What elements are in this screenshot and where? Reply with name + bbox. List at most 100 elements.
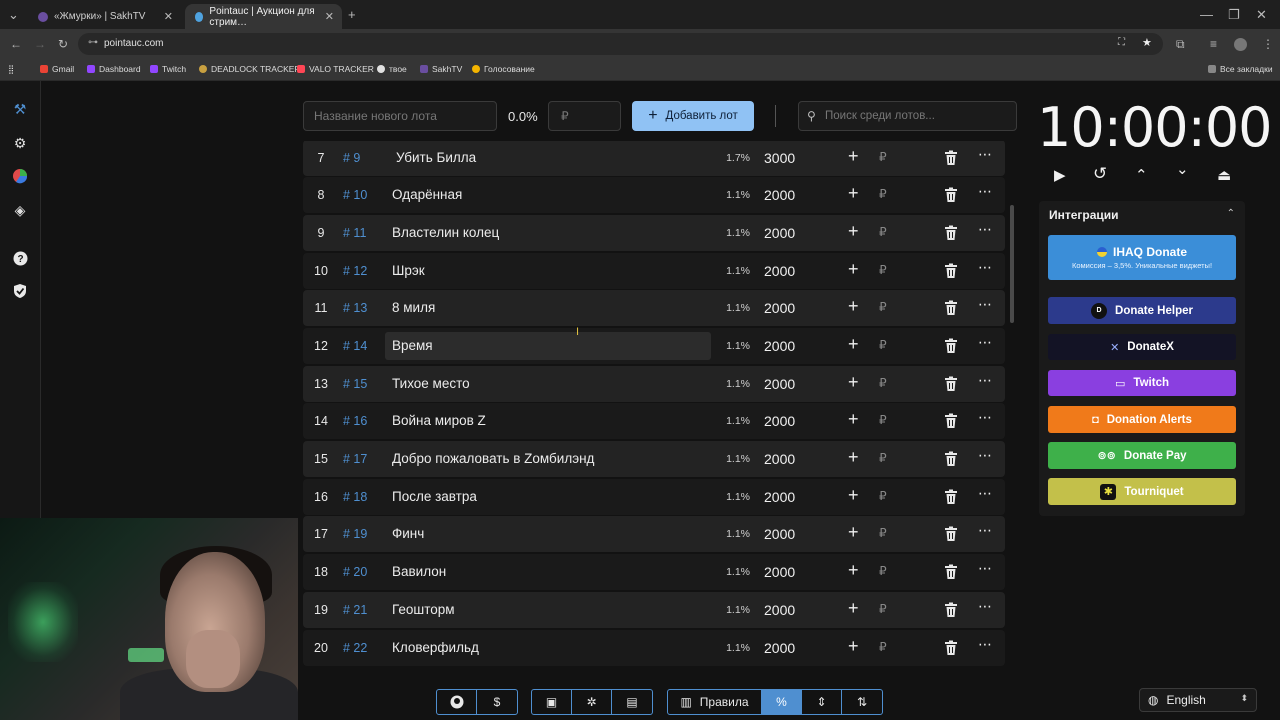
lot-list-scrollbar[interactable] [1010, 205, 1014, 323]
lot-name[interactable]: Убить Билла [389, 144, 715, 172]
site-info-icon[interactable]: ⊶ [88, 37, 98, 48]
add-amount-icon[interactable]: + [848, 598, 859, 619]
lot-name[interactable]: 8 миля [385, 294, 711, 322]
lot-name[interactable]: Тихое место [385, 370, 711, 398]
lot-id[interactable]: # 11 [343, 226, 366, 240]
add-amount-icon[interactable]: + [848, 296, 859, 317]
bookmark-dashboard[interactable]: Dashboard [87, 64, 141, 74]
donation-alerts-button[interactable]: ◘ Donation Alerts [1048, 406, 1236, 433]
add-amount-icon[interactable]: + [848, 522, 859, 543]
more-options-icon[interactable]: ⋯ [978, 259, 993, 276]
more-options-icon[interactable]: ⋯ [978, 485, 993, 502]
lot-name[interactable]: Кловерфильд [385, 634, 711, 662]
chevron-down-icon[interactable]: ⌄ [1176, 160, 1189, 178]
trash-icon[interactable] [944, 640, 958, 656]
more-options-icon[interactable]: ⋯ [978, 296, 993, 313]
percent-toggle[interactable]: % [762, 690, 802, 714]
lot-id[interactable]: # 12 [343, 264, 367, 278]
lot-search[interactable]: ⚲ [798, 101, 1017, 131]
trash-icon[interactable] [944, 376, 958, 392]
more-options-icon[interactable]: ⋯ [978, 372, 993, 389]
eject-icon[interactable]: ⏏ [1217, 166, 1231, 184]
more-options-icon[interactable]: ⋯ [978, 409, 993, 426]
lot-name[interactable]: Властелин колец [385, 219, 711, 247]
menu-icon[interactable]: ⋮ [1262, 37, 1274, 51]
translate-icon[interactable]: ⛶ [1118, 37, 1125, 48]
profile-avatar[interactable] [1234, 38, 1247, 51]
lot-id[interactable]: # 18 [343, 490, 367, 504]
lot-id[interactable]: # 10 [343, 188, 367, 202]
tab-search-icon[interactable]: ⌄ [8, 7, 19, 23]
browser-tab-sakhtv[interactable]: «Жмурки» | SakhTV ✕ [28, 4, 181, 29]
media-icon[interactable]: ≡ [1210, 37, 1217, 51]
more-options-icon[interactable]: ⋯ [978, 598, 993, 615]
extensions-icon[interactable]: ⧉ [1176, 37, 1185, 52]
ihaq-donate-button[interactable]: IHAQ Donate Комиссия – 3,5%. Уникальные … [1048, 235, 1236, 280]
more-options-icon[interactable]: ⋯ [978, 636, 993, 653]
more-options-icon[interactable]: ⋯ [978, 522, 993, 539]
close-window-icon[interactable]: ✕ [1256, 7, 1267, 23]
add-amount-icon[interactable]: + [848, 447, 859, 468]
wheel-icon[interactable] [11, 167, 29, 185]
new-lot-amount-input[interactable] [548, 101, 621, 131]
chevron-up-icon[interactable]: ⌃ [1135, 166, 1148, 184]
minimize-icon[interactable]: — [1200, 7, 1213, 22]
lot-name[interactable]: Геошторм [385, 596, 711, 624]
lot-name[interactable]: Время [385, 332, 711, 360]
save-icon[interactable]: ▣ [532, 690, 572, 714]
language-select[interactable]: ◍ English ⬍ [1139, 688, 1257, 712]
lot-id[interactable]: # 16 [343, 414, 367, 428]
bookmark-tvoe[interactable]: твое [377, 64, 407, 74]
github-icon[interactable] [437, 690, 477, 714]
bookmark-twitch[interactable]: Twitch [150, 64, 186, 74]
reset-icon[interactable]: ↺ [1093, 164, 1107, 184]
tourniquet-button[interactable]: ✱ Tourniquet [1048, 478, 1236, 505]
add-amount-icon[interactable]: + [848, 259, 859, 280]
lot-name[interactable]: После завтра [385, 483, 711, 511]
shield-check-icon[interactable] [11, 282, 29, 300]
lot-id[interactable]: # 21 [343, 603, 367, 617]
trash-icon[interactable] [944, 564, 958, 580]
add-amount-icon[interactable]: + [848, 221, 859, 242]
more-options-icon[interactable]: ⋯ [978, 560, 993, 577]
add-amount-icon[interactable]: + [848, 560, 859, 581]
donate-helper-button[interactable]: D Donate Helper [1048, 297, 1236, 324]
browser-tab-pointauc[interactable]: Pointauc | Аукцион для стрим… ✕ [185, 4, 342, 29]
lot-name[interactable]: Вавилон [385, 558, 711, 586]
lot-id[interactable]: # 17 [343, 452, 367, 466]
trash-icon[interactable] [944, 300, 958, 316]
lot-name[interactable]: Добро пожаловать в Zомбилэнд [385, 445, 711, 473]
add-amount-icon[interactable]: + [848, 409, 859, 430]
trash-icon[interactable] [944, 602, 958, 618]
bookmark-golosovanie[interactable]: Голосование [472, 64, 535, 74]
lot-name[interactable]: Война миров Z [385, 407, 711, 435]
more-options-icon[interactable]: ⋯ [978, 334, 993, 351]
compress-icon[interactable]: ⇕ [802, 690, 842, 714]
lot-id[interactable]: # 22 [343, 641, 367, 655]
trash-icon[interactable] [944, 451, 958, 467]
url-field[interactable]: ⊶ pointauc.com ⛶ ★ [78, 33, 1163, 55]
bookmark-deadlock[interactable]: DEADLOCK TRACKER [199, 64, 301, 74]
collapse-chevron-icon[interactable]: ⌃ [1227, 208, 1235, 219]
add-amount-icon[interactable]: + [848, 183, 859, 204]
close-tab-icon[interactable]: ✕ [325, 10, 334, 23]
close-tab-icon[interactable]: ✕ [164, 10, 173, 23]
lot-name[interactable]: Финч [385, 520, 711, 548]
bookmark-gmail[interactable]: Gmail [40, 64, 74, 74]
more-options-icon[interactable]: ⋯ [978, 183, 993, 200]
apps-icon[interactable]: ⣿ [8, 64, 14, 75]
add-lot-button[interactable]: + Добавить лот [632, 101, 754, 131]
more-options-icon[interactable]: ⋯ [978, 146, 993, 163]
layers-icon[interactable]: ◈ [11, 201, 29, 219]
donatex-button[interactable]: ✕ DonateX [1048, 334, 1236, 360]
play-icon[interactable]: ▶ [1054, 166, 1066, 184]
lot-id[interactable]: # 14 [343, 339, 367, 353]
trash-icon[interactable] [944, 225, 958, 241]
trash-icon[interactable] [944, 526, 958, 542]
bug-icon[interactable]: ✲ [572, 690, 612, 714]
lot-name[interactable]: Одарённая [385, 181, 711, 209]
new-lot-name-input[interactable] [303, 101, 497, 131]
rules-button[interactable]: ▥ Правила [668, 690, 762, 714]
trash-icon[interactable] [944, 150, 958, 166]
bookmark-sakhtv[interactable]: SakhTV [420, 64, 462, 74]
